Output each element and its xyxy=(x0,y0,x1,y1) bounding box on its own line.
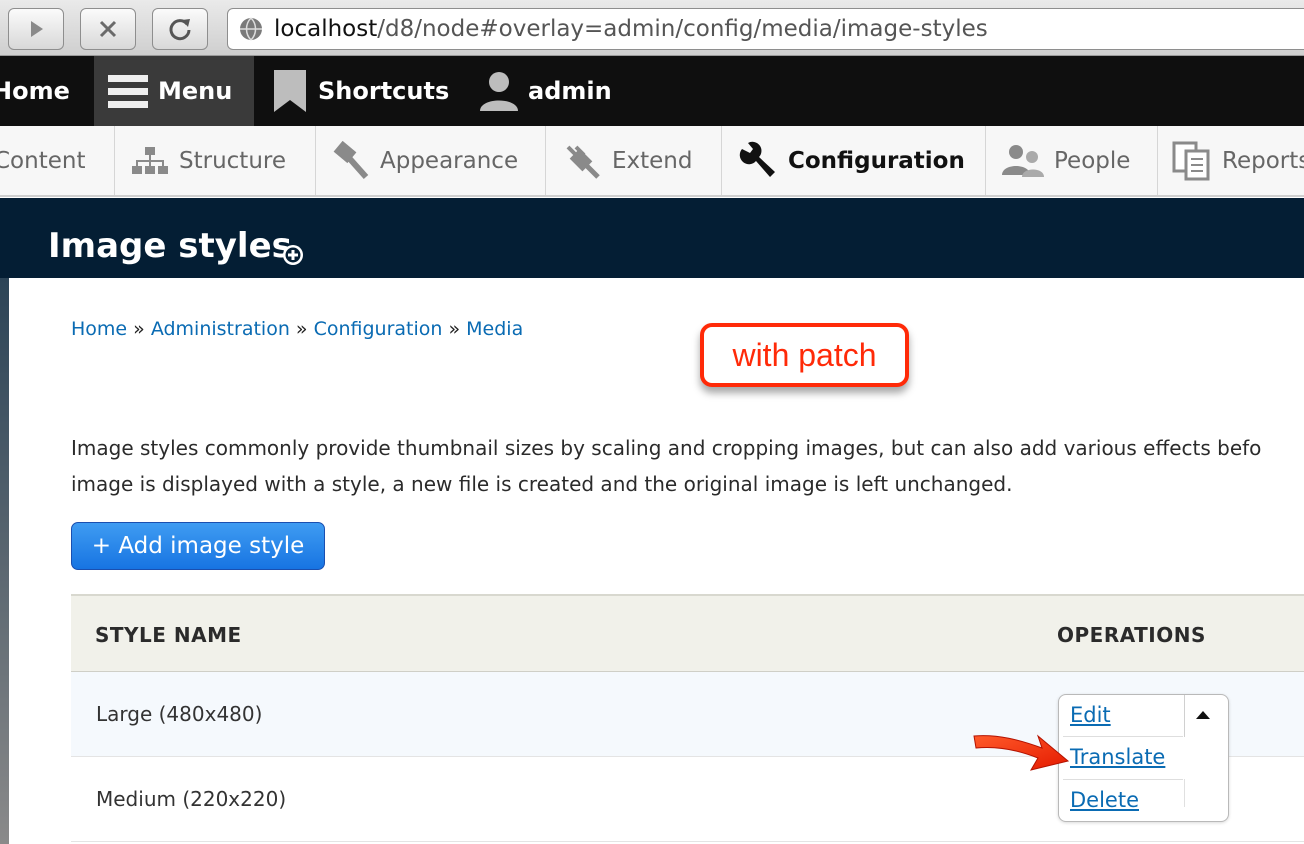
style-name-cell: Medium (220x220) xyxy=(96,787,287,811)
brush-icon xyxy=(332,140,370,181)
reload-icon xyxy=(169,19,191,41)
tray-item-configuration[interactable]: Configuration xyxy=(722,126,986,195)
sitemap-icon xyxy=(131,146,169,176)
breadcrumb-separator: » xyxy=(295,318,308,340)
column-header-style-name: STYLE NAME xyxy=(95,623,242,647)
back-button[interactable] xyxy=(8,8,64,50)
add-image-style-button[interactable]: + Add image style xyxy=(71,522,325,570)
breadcrumb-separator: » xyxy=(448,318,461,340)
column-header-operations: OPERATIONS xyxy=(1057,623,1206,647)
dropbutton-divider xyxy=(1184,779,1185,807)
toolbar-menu-label: Menu xyxy=(158,77,233,105)
toolbar-user-label: admin xyxy=(528,77,612,105)
breadcrumb: Home » Administration » Configuration » … xyxy=(71,318,523,340)
annotation-arrow-icon xyxy=(973,734,1070,771)
breadcrumb-media[interactable]: Media xyxy=(466,318,523,340)
back-arrow-icon xyxy=(31,21,43,37)
admin-toolbar: Home Menu Shortcuts admin xyxy=(0,56,1304,126)
tray-item-label: Configuration xyxy=(788,147,965,174)
toolbar-home-label: Home xyxy=(0,77,70,105)
tray-item-label: Appearance xyxy=(380,147,519,174)
toolbar-home[interactable]: Home xyxy=(0,56,84,126)
translate-link[interactable]: Translate xyxy=(1070,745,1165,769)
tray-item-label: Extend xyxy=(612,147,693,174)
people-icon xyxy=(1002,143,1044,179)
toolbar-shortcuts-label: Shortcuts xyxy=(318,77,450,105)
breadcrumb-home[interactable]: Home xyxy=(71,318,127,340)
bookmark-icon xyxy=(274,70,306,112)
dropbutton-toggle-icon[interactable] xyxy=(1196,711,1210,719)
tray-item-extend[interactable]: Extend xyxy=(546,126,722,195)
table-header: STYLE NAME OPERATIONS xyxy=(71,594,1304,672)
breadcrumb-administration[interactable]: Administration xyxy=(151,318,290,340)
operations-dropbutton: Edit Translate Delete xyxy=(1058,694,1229,822)
tray-item-appearance[interactable]: Appearance xyxy=(316,126,546,195)
breadcrumb-separator: » xyxy=(133,318,145,340)
tray-item-label: Reports xyxy=(1222,147,1304,174)
stop-button[interactable] xyxy=(80,8,136,50)
toolbar-menu[interactable]: Menu xyxy=(94,56,254,126)
description-line: image is displayed with a style, a new f… xyxy=(71,472,1013,496)
toolbar-shortcuts[interactable]: Shortcuts xyxy=(274,56,454,126)
page-description: Image styles commonly provide thumbnail … xyxy=(71,430,1304,502)
page-title: Image styles xyxy=(48,226,292,266)
browser-chrome: localhost/d8/node#overlay=admin/config/m… xyxy=(0,0,1304,56)
tray-item-label: Content xyxy=(0,147,86,174)
dropbutton-divider xyxy=(1063,779,1183,780)
address-bar[interactable]: localhost/d8/node#overlay=admin/config/m… xyxy=(227,8,1304,50)
overlay-header: Image styles xyxy=(0,198,1304,278)
add-shortcut-icon[interactable] xyxy=(281,243,305,267)
tray-item-content[interactable]: Content xyxy=(0,126,115,195)
menu-icon xyxy=(108,75,148,108)
wrench-icon xyxy=(738,141,778,181)
globe-icon xyxy=(240,17,262,41)
description-line: Image styles commonly provide thumbnail … xyxy=(71,436,1262,460)
annotation-callout: with patch xyxy=(700,323,909,387)
reload-button[interactable] xyxy=(152,8,208,50)
tray-item-reports[interactable]: Reports xyxy=(1158,126,1304,195)
dropbutton-divider xyxy=(1184,695,1185,737)
url-text: localhost/d8/node#overlay=admin/config/m… xyxy=(274,16,988,42)
tray-item-label: Structure xyxy=(179,147,286,174)
reports-icon xyxy=(1172,141,1212,181)
close-icon xyxy=(99,20,117,38)
tray-item-people[interactable]: People xyxy=(986,126,1158,195)
delete-link[interactable]: Delete xyxy=(1070,788,1139,812)
tray-item-structure[interactable]: Structure xyxy=(115,126,316,195)
tray-item-label: People xyxy=(1054,147,1131,174)
user-icon xyxy=(480,72,518,111)
edit-link[interactable]: Edit xyxy=(1070,703,1111,727)
plug-icon xyxy=(562,141,602,181)
annotation-text: with patch xyxy=(732,336,877,373)
admin-tray: Content Structure Appearance Extend Conf… xyxy=(0,126,1304,197)
dropbutton-divider xyxy=(1063,736,1183,737)
toolbar-user[interactable]: admin xyxy=(478,56,628,126)
breadcrumb-configuration[interactable]: Configuration xyxy=(314,318,443,340)
style-name-cell: Large (480x480) xyxy=(96,702,263,726)
background-page-edge xyxy=(0,278,9,844)
